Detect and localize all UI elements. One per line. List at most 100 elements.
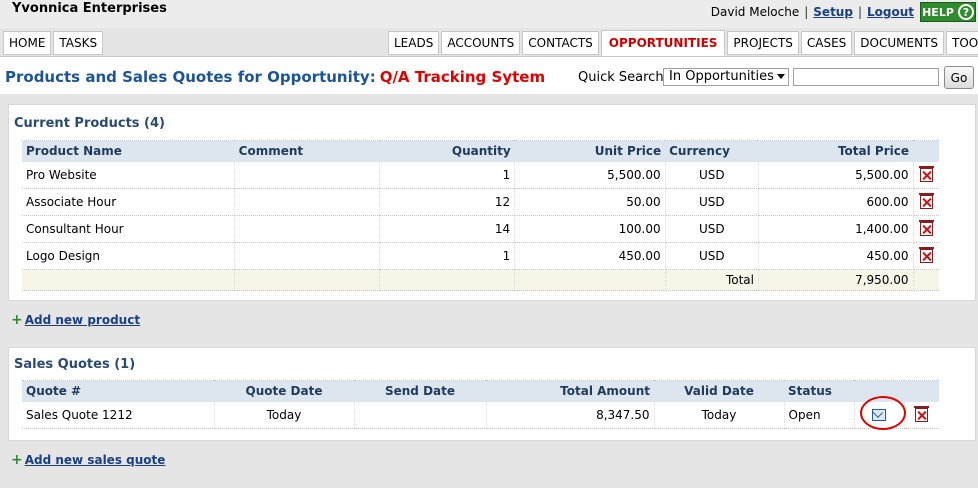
products-table: Product Name Comment Quantity Unit Price… xyxy=(22,140,939,291)
empty-cell xyxy=(379,269,516,291)
chevron-down-icon xyxy=(777,74,785,79)
empty-cell xyxy=(913,269,939,291)
page-title: Products and Sales Quotes for Opportunit… xyxy=(5,68,545,86)
tab-opportunities[interactable]: OPPORTUNITIES xyxy=(600,30,726,56)
user-name: David Meloche xyxy=(710,5,800,19)
product-name: Associate Hour xyxy=(22,188,236,216)
product-name: Consultant Hour xyxy=(22,215,236,243)
quote-number: Sales Quote 1212 xyxy=(22,401,215,429)
quotes-table: Quote # Quote Date Send Date Total Amoun… xyxy=(22,380,939,429)
delete-quote-icon[interactable] xyxy=(914,406,930,422)
tab-accounts[interactable]: ACCOUNTS xyxy=(441,31,521,55)
delete-cell xyxy=(913,242,939,270)
product-comment xyxy=(234,215,381,243)
empty-cell xyxy=(514,269,666,291)
help-button[interactable]: HELP ? xyxy=(920,2,976,22)
product-quantity: 12 xyxy=(379,188,516,216)
col-quote-date: Quote Date xyxy=(214,380,354,402)
quote-date: Today xyxy=(214,401,355,429)
delete-product-icon[interactable] xyxy=(918,247,934,264)
product-quantity: 14 xyxy=(379,215,516,243)
product-currency: USD xyxy=(665,188,759,216)
col-status: Status xyxy=(784,380,854,402)
product-total: 1,400.00 xyxy=(758,215,914,243)
products-header-row: Product Name Comment Quantity Unit Price… xyxy=(22,140,939,162)
delete-cell xyxy=(904,401,939,429)
help-question-icon: ? xyxy=(957,4,974,20)
tabs-left: HOME TASKS xyxy=(3,30,105,56)
product-currency: USD xyxy=(665,161,759,189)
plus-icon: + xyxy=(11,452,23,468)
annotation-circle xyxy=(860,396,906,430)
title-bar: Products and Sales Quotes for Opportunit… xyxy=(0,56,978,94)
tab-contacts[interactable]: CONTACTS xyxy=(522,31,599,55)
product-total: 600.00 xyxy=(758,188,914,216)
quote-valid-date: Today xyxy=(654,401,785,429)
tab-leads[interactable]: LEADS xyxy=(388,31,440,55)
tab-tasks[interactable]: TASKS xyxy=(53,31,104,55)
separator: | xyxy=(857,5,862,19)
empty-cell xyxy=(22,269,236,291)
product-currency: USD xyxy=(665,242,759,270)
col-quantity: Quantity xyxy=(379,140,515,162)
top-bar: Yvonnica Enterprises David Meloche | Setup… xyxy=(0,0,978,28)
add-new-product-link[interactable]: + Add new product xyxy=(11,312,140,328)
help-label: HELP xyxy=(922,5,954,19)
table-row: Pro Website 1 5,500.00 USD 5,500.00 xyxy=(22,161,939,189)
product-quantity: 1 xyxy=(379,242,516,270)
delete-cell xyxy=(913,188,939,216)
total-label: Total xyxy=(665,269,759,291)
sales-quotes-panel: Sales Quotes (1) Quote # Quote Date Send… xyxy=(8,347,976,441)
product-comment xyxy=(234,161,381,189)
col-total-price: Total Price xyxy=(758,140,914,162)
opportunity-name: Q/A Tracking Sytem xyxy=(379,68,546,86)
tab-cases[interactable]: CASES xyxy=(800,31,853,55)
delete-cell xyxy=(913,161,939,189)
col-unit-price: Unit Price xyxy=(514,140,666,162)
quick-search-scope-value: In Opportunities xyxy=(669,69,774,84)
delete-cell xyxy=(913,215,939,243)
products-total-row: Total 7,950.00 xyxy=(22,269,939,291)
quick-search-go-button[interactable]: Go xyxy=(944,66,974,89)
product-quantity: 1 xyxy=(379,161,516,189)
tab-home[interactable]: HOME xyxy=(3,31,52,55)
col-product-name: Product Name xyxy=(22,140,235,162)
product-total: 450.00 xyxy=(758,242,914,270)
quick-search-label: Quick Search xyxy=(578,70,664,85)
delete-product-icon[interactable] xyxy=(918,193,934,210)
product-name: Logo Design xyxy=(22,242,236,270)
col-send-date: Send Date xyxy=(354,380,486,402)
quick-search-input[interactable] xyxy=(793,68,939,86)
sales-quotes-title: Sales Quotes (1) xyxy=(14,357,136,372)
product-unit-price: 450.00 xyxy=(514,242,666,270)
setup-link[interactable]: Setup xyxy=(813,5,853,19)
add-new-sales-quote-link[interactable]: + Add new sales quote xyxy=(11,452,165,468)
col-currency: Currency xyxy=(665,140,759,162)
quotes-header-row: Quote # Quote Date Send Date Total Amoun… xyxy=(22,380,939,402)
tab-tools[interactable]: TOOLS xyxy=(946,31,978,55)
product-unit-price: 5,500.00 xyxy=(514,161,666,189)
current-products-title: Current Products (4) xyxy=(14,116,165,131)
delete-product-icon[interactable] xyxy=(918,220,934,237)
product-currency: USD xyxy=(665,215,759,243)
page-title-prefix: Products and Sales Quotes for Opportunit… xyxy=(5,68,376,86)
empty-cell xyxy=(234,269,381,291)
logout-link[interactable]: Logout xyxy=(867,5,914,19)
product-name: Pro Website xyxy=(22,161,236,189)
separator: | xyxy=(804,5,809,19)
product-comment xyxy=(234,188,381,216)
product-total: 5,500.00 xyxy=(758,161,914,189)
col-actions xyxy=(913,140,939,162)
quick-search-scope-select[interactable]: In Opportunities xyxy=(663,68,789,86)
tab-documents[interactable]: DOCUMENTS xyxy=(854,31,945,55)
tab-projects[interactable]: PROJECTS xyxy=(727,31,799,55)
user-bar: David Meloche | Setup | Logout xyxy=(711,5,914,19)
col-total-amount: Total Amount xyxy=(486,380,654,402)
total-value: 7,950.00 xyxy=(758,269,914,291)
product-unit-price: 50.00 xyxy=(514,188,666,216)
delete-product-icon[interactable] xyxy=(918,166,934,182)
quote-status: Open xyxy=(784,401,855,429)
table-row: Consultant Hour 14 100.00 USD 1,400.00 xyxy=(22,215,939,243)
table-row: Sales Quote 1212 Today 8,347.50 Today Op… xyxy=(22,401,939,429)
col-delete xyxy=(904,380,939,402)
